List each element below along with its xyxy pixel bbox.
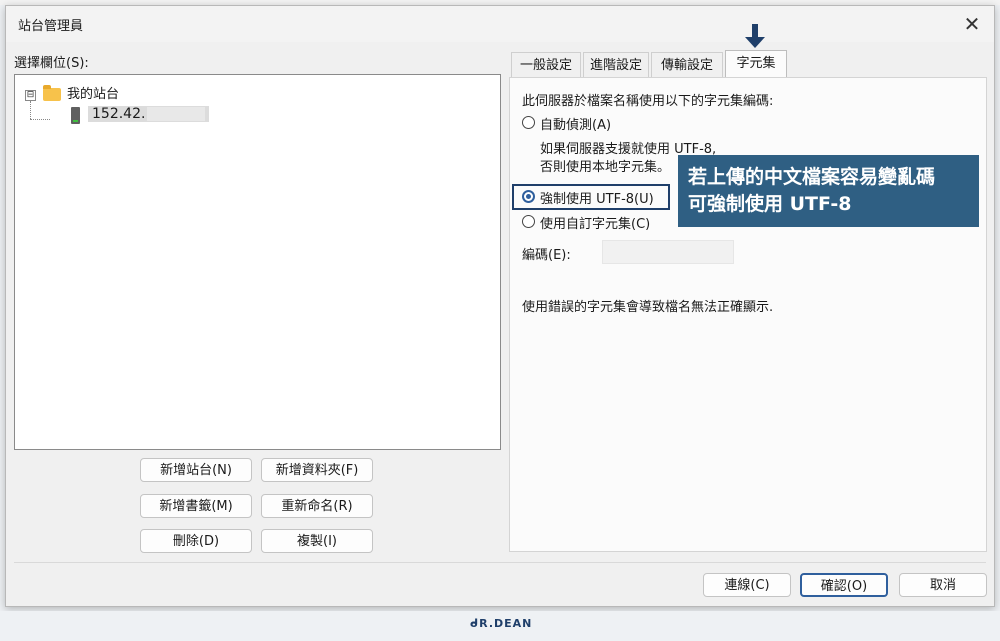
auto-description-line2: 否則使用本地字元集。 [540, 160, 671, 175]
encoding-input[interactable] [602, 240, 734, 264]
callout-line2: 可強制使用 UTF-8 [688, 193, 852, 215]
tree-line [30, 101, 31, 119]
tree-item-my-sites[interactable]: 我的站台 [67, 86, 119, 104]
down-arrow-icon [752, 24, 758, 38]
radio-auto-detect-label[interactable]: 自動偵測(A) [540, 114, 611, 133]
tab-charset[interactable]: 字元集 [725, 50, 787, 78]
dialog-title: 站台管理員 [18, 19, 84, 34]
ok-button[interactable]: 確認(O) [800, 573, 888, 597]
select-entry-label: 選擇欄位(S): [14, 56, 89, 71]
annotation-callout: 若上傳的中文檔案容易變亂碼 可強制使用 UTF-8 [678, 155, 979, 227]
radio-custom-charset[interactable] [522, 215, 535, 228]
new-site-button[interactable]: 新增站台(N) [140, 458, 252, 482]
radio-auto-detect[interactable] [522, 116, 535, 129]
collapse-icon[interactable]: ⊟ [25, 90, 36, 101]
rename-button[interactable]: 重新命名(R) [261, 494, 373, 518]
host-label: 152.42. [92, 106, 146, 122]
divider [14, 562, 986, 563]
brand-logo: ᑯR.DEAN [470, 617, 533, 630]
tab-general[interactable]: 一般設定 [511, 52, 581, 78]
site-manager-dialog: 站台管理員 ✕ 選擇欄位(S): ⊟ 我的站台 152.42. 新增站台(N) … [5, 5, 995, 607]
radio-force-utf8-label[interactable]: 強制使用 UTF-8(U) [540, 188, 654, 207]
tree-line [30, 119, 50, 120]
folder-icon [43, 85, 61, 101]
duplicate-button[interactable]: 複製(I) [261, 529, 373, 553]
callout-line1: 若上傳的中文檔案容易變亂碼 [688, 166, 936, 188]
tab-advanced[interactable]: 進階設定 [583, 52, 649, 78]
cancel-button[interactable]: 取消 [899, 573, 987, 597]
close-icon[interactable]: ✕ [956, 8, 988, 40]
charset-warning: 使用錯誤的字元集會導致檔名無法正確顯示. [522, 300, 774, 315]
radio-force-utf8[interactable] [522, 190, 535, 203]
radio-custom-charset-label[interactable]: 使用自訂字元集(C) [540, 213, 650, 232]
tree-item-host[interactable]: 152.42. [88, 106, 210, 122]
redacted-block [147, 107, 206, 121]
charset-panel: 此伺服器於檔案名稱使用以下的字元集編碼: 自動偵測(A) 如果伺服器支援就使用 … [509, 77, 987, 552]
delete-button[interactable]: 刪除(D) [140, 529, 252, 553]
encoding-label: 編碼(E): [522, 248, 571, 263]
down-arrow-head-icon [745, 37, 765, 48]
title-bar: 站台管理員 ✕ [6, 6, 994, 42]
tab-transfer[interactable]: 傳輸設定 [651, 52, 723, 78]
new-bookmark-button[interactable]: 新增書籤(M) [140, 494, 252, 518]
server-icon [71, 107, 80, 124]
site-tree[interactable]: ⊟ 我的站台 152.42. [14, 74, 501, 450]
connect-button[interactable]: 連線(C) [703, 573, 791, 597]
new-folder-button[interactable]: 新增資料夾(F) [261, 458, 373, 482]
charset-heading: 此伺服器於檔案名稱使用以下的字元集編碼: [522, 94, 774, 109]
